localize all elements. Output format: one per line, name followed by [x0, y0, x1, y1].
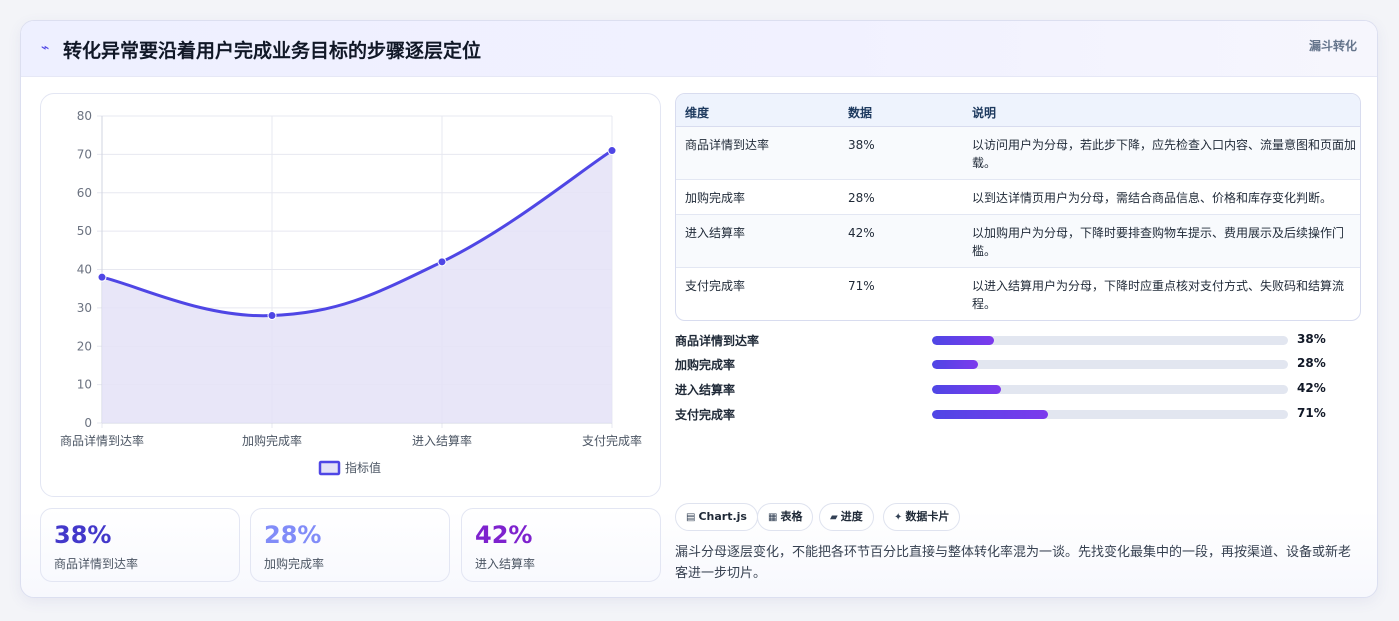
cell-description: 以进入结算用户为分母，下降时应重点核对支付方式、失败码和结算流程。 — [972, 279, 1345, 311]
data-point — [437, 257, 447, 267]
line-chart: 0 10 20 30 40 50 60 70 80 商品详情到达率 加购完成率 进入结算率 支付完成率指… — [60, 109, 642, 476]
pulse-icon: ⌁ — [41, 40, 50, 56]
progress-row: 商品详情到达率 38% — [675, 332, 1361, 350]
stat-card-detail: 38% 商品详情到达率 — [40, 508, 240, 582]
progress-fill — [932, 360, 978, 369]
x-tick-label: 加购完成率 — [242, 433, 302, 448]
stat-label: 进入结算率 — [475, 557, 536, 571]
progress-label: 加购完成率 — [675, 358, 736, 372]
chip-data-cards[interactable]: ✦ 数据卡片 — [883, 503, 961, 531]
card-header: ⌁ 转化异常要沿着用户完成业务目标的步骤逐层定位 漏斗转化 — [21, 21, 1377, 77]
progress-fill — [932, 385, 1001, 394]
progress-track — [932, 410, 1288, 419]
cell-description: 以到达详情页用户为分母，需结合商品信息、价格和库存变化判断。 — [972, 191, 1333, 205]
progress-row: 加购完成率 28% — [675, 356, 1361, 374]
chip-label: 进度 — [840, 510, 863, 523]
progress-value: 42% — [1297, 381, 1326, 395]
progress-value: 28% — [1297, 356, 1326, 370]
progress-value: 71% — [1297, 406, 1326, 420]
column-header-dimension: 维度 — [685, 106, 710, 120]
y-tick-label: 40 — [77, 263, 92, 277]
stat-card-checkout: 42% 进入结算率 — [461, 508, 661, 582]
cell-dimension: 商品详情到达率 — [685, 138, 770, 152]
cell-value: 28% — [848, 191, 875, 205]
x-tick-label: 进入结算率 — [412, 433, 472, 448]
metrics-table: 维度 数据 说明 商品详情到达率 38% 以访问用户为分母，若此步下降，应先检查… — [675, 93, 1361, 321]
progress-label: 商品详情到达率 — [675, 334, 760, 348]
legend-label: 指标值 — [345, 460, 381, 475]
cell-value: 71% — [848, 279, 875, 293]
progress-row: 支付完成率 71% — [675, 406, 1361, 424]
stat-label: 商品详情到达率 — [54, 557, 139, 571]
y-tick-label: 60 — [77, 186, 92, 200]
table-header: 维度 数据 说明 — [676, 94, 1360, 127]
chip-label: 数据卡片 — [905, 510, 950, 523]
category-tag: 漏斗转化 — [1308, 39, 1357, 53]
legend-swatch — [318, 460, 341, 476]
cell-dimension: 进入结算率 — [685, 226, 746, 240]
data-point — [267, 311, 277, 321]
y-tick-label: 30 — [77, 301, 92, 315]
y-tick-label: 0 — [84, 416, 92, 430]
cell-dimension: 加购完成率 — [685, 191, 746, 205]
chart-icon: ▤ — [686, 512, 696, 523]
stat-value: 42% — [475, 521, 533, 549]
column-header-data: 数据 — [848, 106, 873, 120]
stat-card-cart: 28% 加购完成率 — [250, 508, 450, 582]
series-area — [102, 150, 612, 423]
table-row: 进入结算率 42% 以加购用户为分母，下降时要排查购物车提示、费用展示及后续操作… — [676, 215, 1360, 268]
y-tick-label: 80 — [77, 109, 92, 123]
progress-fill — [932, 410, 1049, 419]
cell-value: 38% — [848, 138, 875, 152]
data-point — [607, 146, 617, 156]
progress-label: 进入结算率 — [675, 383, 736, 397]
table-row: 加购完成率 28% 以到达详情页用户为分母，需结合商品信息、价格和库存变化判断。 — [676, 180, 1360, 215]
page-title: 转化异常要沿着用户完成业务目标的步骤逐层定位 — [63, 40, 482, 62]
table-row: 商品详情到达率 38% 以访问用户为分母，若此步下降，应先检查入口内容、流量意图… — [676, 127, 1360, 180]
progress-row: 进入结算率 42% — [675, 381, 1361, 399]
footnote: 漏斗分母逐层变化，不能把各环节百分比直接与整体转化率混为一谈。先找变化最集中的一… — [675, 545, 1352, 581]
stat-value: 28% — [264, 521, 322, 549]
chip-label: 表格 — [780, 510, 803, 523]
chip-table[interactable]: ▦ 表格 — [757, 503, 814, 531]
progress-icon: ▰ — [830, 512, 838, 523]
cell-value: 42% — [848, 226, 875, 240]
column-header-note: 说明 — [972, 106, 997, 120]
line-chart-panel: 0 10 20 30 40 50 60 70 80 商品详情到达率 加购完成率 进入结算率 支付完成率指… — [40, 93, 661, 497]
stat-value: 38% — [54, 521, 112, 549]
progress-track — [932, 360, 1288, 369]
progress-track — [932, 385, 1288, 394]
chip-progress[interactable]: ▰ 进度 — [819, 503, 874, 531]
y-tick-label: 70 — [77, 147, 92, 161]
progress-label: 支付完成率 — [675, 408, 736, 422]
cell-dimension: 支付完成率 — [685, 279, 746, 293]
table-icon: ▦ — [768, 512, 778, 523]
data-point — [97, 272, 107, 282]
sparkle-icon: ✦ — [894, 512, 903, 523]
funnel-card: ⌁ 转化异常要沿着用户完成业务目标的步骤逐层定位 漏斗转化 0 10 20 30 40 5… — [20, 20, 1378, 598]
y-tick-label: 20 — [77, 339, 92, 353]
x-tick-label: 商品详情到达率 — [60, 433, 144, 448]
y-tick-label: 10 — [77, 378, 92, 392]
chip-chartjs[interactable]: ▤ Chart.js — [675, 503, 758, 531]
progress-fill — [932, 336, 995, 345]
stat-label: 加购完成率 — [264, 557, 325, 571]
x-tick-label: 支付完成率 — [582, 433, 642, 448]
chip-label: Chart.js — [698, 510, 747, 523]
cell-description: 以访问用户为分母，若此步下降，应先检查入口内容、流量意图和页面加载。 — [972, 138, 1357, 170]
table-row: 支付完成率 71% 以进入结算用户为分母，下降时应重点核对支付方式、失败码和结算… — [676, 268, 1360, 320]
cell-description: 以加购用户为分母，下降时要排查购物车提示、费用展示及后续操作门槛。 — [972, 226, 1345, 258]
progress-track — [932, 336, 1288, 345]
y-tick-label: 50 — [77, 224, 92, 238]
progress-value: 38% — [1297, 332, 1326, 346]
